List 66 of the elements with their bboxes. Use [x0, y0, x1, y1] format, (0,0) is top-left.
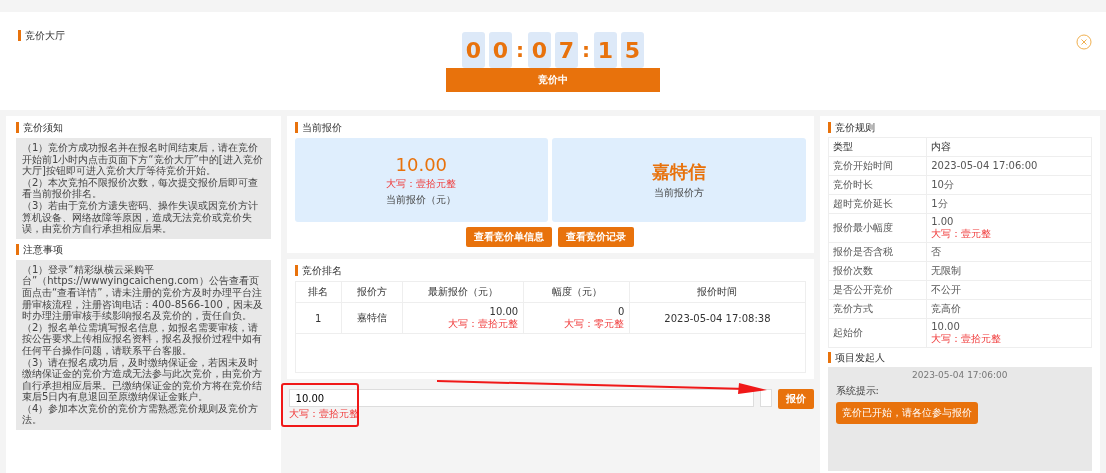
countdown-digit: 5 [621, 32, 644, 68]
section-title: 竞价大厅 [18, 30, 65, 41]
table-cell: 超时竞价延长 [828, 194, 927, 214]
table-cell-text: 0 [616, 306, 625, 318]
section-title: 竞价须知 [16, 122, 271, 133]
table-cell: 2023-05-04 17:08:38 [629, 302, 806, 334]
table-cell-text: 不公开 [931, 284, 963, 296]
table-cell-text: 10.00 [488, 306, 519, 318]
amount-words: 大写：壹元整 [931, 228, 993, 240]
bid-input[interactable]: 10.00 [288, 389, 754, 407]
countdown-digit: 0 [462, 32, 485, 68]
table-cell-text: 否 [931, 246, 943, 258]
table-cell-text: 无限制 [931, 265, 963, 277]
table-cell: 竞价时长 [828, 175, 927, 195]
section-title: 项目发起人 [827, 352, 1092, 363]
amount-words: 大写：零元整 [563, 318, 625, 330]
column-header: 报价方 [341, 281, 403, 303]
spinner-control[interactable] [759, 389, 772, 407]
message-bubble: 竞价已开始，请各位参与报价 [835, 402, 978, 424]
view-button[interactable]: 查看竞价单信息 [466, 227, 553, 247]
view-button[interactable]: 查看竞价记录 [558, 227, 635, 247]
table-cell-text: 2023-05-04 17:06:00 [931, 160, 1039, 172]
status-bar: 竞价中 [446, 68, 660, 92]
amount-words: 大写：壹拾元整 [288, 407, 360, 421]
notice-text: （1）登录“精彩纵横云采购平台”（https://wwwyingcaicheng.com）公告查看页面点击“查看详情”，请未注册的竞价方及时办理平台注册审核流程，注册咨询电话：400-8566-100，因未及时办理注册审核手续影响报名及竞价的，责任自负。 （2）报名单位需填写报名信息，如报名需要审核，请按公告要求上传相应报名资料，报名及报价过程中如有任何平台操作问题，请联系平台客服。 （3）请在报名成功后，及时缴纳保证金，若因未及时缴纳保证金的竞价方造成无法参与此次竞价，由竞价方自行承担相应后果。已缴纳保证金的竞价方将在竞价结束后5日内有息退回至原缴纳保证金账户。 （4）参加本次竞价的竞价方需熟悉竞价规则及竞价方法。 [16, 259, 271, 431]
section-title: 注意事项 [16, 243, 271, 255]
message-label: 系统提示: [835, 384, 880, 398]
countdown-digit: 0 [489, 32, 512, 68]
table-cell-text: 竞高价 [931, 303, 963, 315]
price-label: 当前报价（元） [386, 192, 457, 207]
table-cell: 起始价 [828, 318, 927, 348]
table-cell: 是否公开竞价 [828, 280, 927, 300]
table-cell: 竞价开始时间 [828, 156, 927, 176]
column-header: 排名 [295, 281, 342, 303]
table-cell: 嘉特信 [341, 302, 403, 334]
amount-words: 大写：壹拾元整 [931, 333, 1003, 345]
column-header: 最新报价（元） [402, 281, 524, 303]
table-cell-text: 10分 [931, 179, 955, 191]
section-title: 当前报价 [294, 122, 806, 133]
countdown-separator: : [582, 38, 590, 62]
table-cell-text: 1.00 [931, 216, 955, 228]
bidder-label: 当前报价方 [653, 186, 704, 200]
table-cell: 报价是否含税 [828, 242, 927, 262]
section-title: 竞价规则 [827, 122, 1092, 133]
table-cell-text: 1分 [931, 198, 949, 210]
table-cell-text: 10.00 [931, 321, 961, 333]
current-bidder: 嘉特信 [651, 160, 706, 184]
table-cell: 报价次数 [828, 261, 927, 281]
column-header: 幅度（元） [523, 281, 630, 303]
current-price: 10.00 [395, 153, 448, 175]
column-header: 内容 [926, 137, 1092, 157]
amount-words: 大写：壹拾元整 [447, 318, 519, 330]
table-cell: 1 [295, 302, 342, 334]
countdown-digit: 7 [555, 32, 578, 68]
countdown-digit: 0 [528, 32, 551, 68]
column-header: 报价时间 [629, 281, 806, 303]
countdown-separator: : [516, 38, 524, 62]
notice-text: （1）竞价方成功报名并在报名时间结束后，请在竞价开始前1小时内点击页面下方“竞价大厅”中的[进入竞价大厅]按钮即可进入竞价大厅等待竞价开始。 （2）本次竞拍不限报价次数，每次提交报价后即可查看当前报价排名。 （3）若由于竞价方遗失密码、操作失误或因竞价方计算机设备、网络故障等原因，造成无法竞价或竞价失误，由竞价方自行承担相应后果。 [16, 138, 271, 239]
table-cell: 报价最小幅度 [828, 213, 927, 243]
section-title: 竞价排名 [294, 265, 806, 276]
message-time: 2023-05-04 17:06:00 [910, 370, 1009, 380]
amount-words: 大写：壹拾元整 [386, 176, 457, 191]
table-cell: 竞价方式 [828, 299, 927, 319]
column-header: 类型 [828, 137, 927, 157]
bid-button[interactable]: 报价 [777, 389, 814, 409]
countdown-digit: 1 [594, 32, 617, 68]
